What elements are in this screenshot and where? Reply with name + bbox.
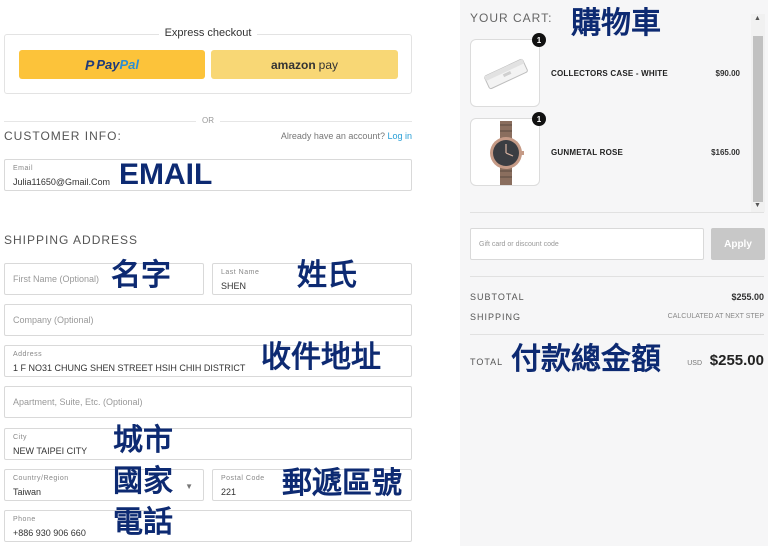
checkout-form: P Pay Pal amazon pay Express checkout OR C…	[0, 0, 460, 546]
cart-item-name: COLLECTORS CASE - WHITE	[551, 69, 668, 78]
company-placeholder: Company (Optional)	[13, 315, 94, 325]
cart-item-list: 1 COLLECTORS CASE - WHITE $90.00 1 GUNME…	[460, 30, 760, 204]
account-hint: Already have an account? Log in	[280, 131, 412, 141]
express-checkout-title: Express checkout	[0, 27, 416, 39]
amazon-pay-button[interactable]: amazon pay	[211, 50, 398, 79]
phone-value: +886 930 906 660	[13, 528, 86, 538]
shipping-label: SHIPPING	[470, 312, 522, 322]
annotation-phone: 電話	[113, 506, 173, 539]
amazon-logo-text: amazon	[270, 57, 316, 72]
discount-code-input[interactable]: Gift card or discount code	[470, 228, 704, 260]
cart-scrollbar[interactable]: ▲ ▼	[751, 14, 765, 212]
last-name-value: SHEN	[221, 281, 247, 291]
cart-title: YOUR CART:	[470, 11, 553, 25]
first-name-placeholder: First Name (Optional)	[13, 274, 100, 284]
cart-item-quantity-badge: 1	[532, 112, 546, 126]
total-currency: USD	[687, 360, 702, 367]
shipping-address-title: SHIPPING ADDRESS	[4, 233, 139, 247]
subtotal-label: SUBTOTAL	[470, 292, 525, 302]
apartment-placeholder: Apartment, Suite, Etc. (Optional)	[13, 397, 143, 407]
annotation-total: 付款總金額	[511, 343, 661, 376]
annotation-country: 國家	[113, 465, 173, 498]
total-label: TOTAL	[470, 357, 504, 367]
express-checkout-box: P Pay Pal amazon pay	[4, 34, 412, 94]
collectors-case-image	[484, 58, 528, 90]
email-label: Email	[13, 165, 34, 172]
paypal-button[interactable]: P Pay Pal	[19, 50, 205, 79]
country-label: Country/Region	[13, 475, 69, 482]
city-label: City	[13, 434, 28, 441]
order-summary: YOUR CART: 購物車 1 COLLECTORS CASE - WHITE…	[460, 0, 768, 546]
summary-divider	[470, 334, 764, 335]
summary-divider	[470, 276, 764, 277]
annotation-address: 收件地址	[261, 341, 381, 374]
total-value: $255.00	[709, 352, 764, 369]
shipping-value: CALCULATED AT NEXT STEP	[667, 313, 764, 320]
cart-item-thumbnail	[470, 118, 540, 186]
last-name-label: Last Name	[221, 269, 260, 276]
cart-item-price: $90.00	[715, 69, 740, 78]
scroll-down-arrow-icon[interactable]: ▼	[754, 202, 761, 209]
company-field[interactable]: Company (Optional)	[4, 304, 412, 336]
country-select[interactable]: Country/Region Taiwan ▼	[4, 469, 204, 501]
amazon-pay-text: pay	[318, 57, 339, 72]
postal-code-value: 221	[221, 487, 237, 497]
scrollbar-thumb[interactable]	[753, 36, 763, 202]
customer-info-title: CUSTOMER INFO:	[4, 129, 122, 143]
address-label: Address	[13, 351, 43, 358]
cart-item-thumbnail	[470, 39, 540, 107]
discount-placeholder: Gift card or discount code	[479, 240, 559, 248]
watch-image	[490, 121, 524, 185]
cart-item-name: GUNMETAL ROSE	[551, 148, 624, 157]
apply-discount-button[interactable]: Apply	[711, 228, 765, 260]
paypal-logo-icon: P	[85, 56, 95, 73]
cart-item-price: $165.00	[711, 148, 740, 157]
chevron-down-icon: ▼	[185, 482, 193, 491]
country-value: Taiwan	[13, 487, 42, 497]
postal-code-label: Postal Code	[221, 475, 265, 482]
first-name-field[interactable]: First Name (Optional)	[4, 263, 204, 295]
scroll-up-arrow-icon[interactable]: ▲	[754, 15, 761, 22]
apartment-field[interactable]: Apartment, Suite, Etc. (Optional)	[4, 386, 412, 418]
login-link[interactable]: Log in	[387, 131, 412, 141]
phone-field[interactable]: Phone +886 930 906 660	[4, 510, 412, 542]
annotation-city: 城市	[113, 424, 173, 457]
annotation-last-name: 姓氏	[297, 259, 357, 292]
summary-divider	[470, 212, 764, 213]
annotation-first-name: 名字	[111, 259, 171, 292]
email-value: Julia11650@Gmail.Com	[13, 177, 111, 187]
annotation-email: EMAIL	[119, 158, 213, 191]
paypal-pal-text: Pal	[119, 57, 139, 72]
paypal-pay-text: Pay	[96, 57, 120, 72]
cart-item-quantity-badge: 1	[532, 33, 546, 47]
or-divider-text: OR	[0, 116, 416, 125]
city-value: NEW TAIPEI CITY	[13, 446, 88, 456]
address-value: 1 F NO31 CHUNG SHEN STREET HSIH CHIH DIS…	[13, 363, 246, 373]
subtotal-value: $255.00	[731, 292, 764, 302]
phone-label: Phone	[13, 516, 36, 523]
annotation-postal-code: 郵遞區號	[282, 467, 402, 500]
city-field[interactable]: City NEW TAIPEI CITY	[4, 428, 412, 460]
